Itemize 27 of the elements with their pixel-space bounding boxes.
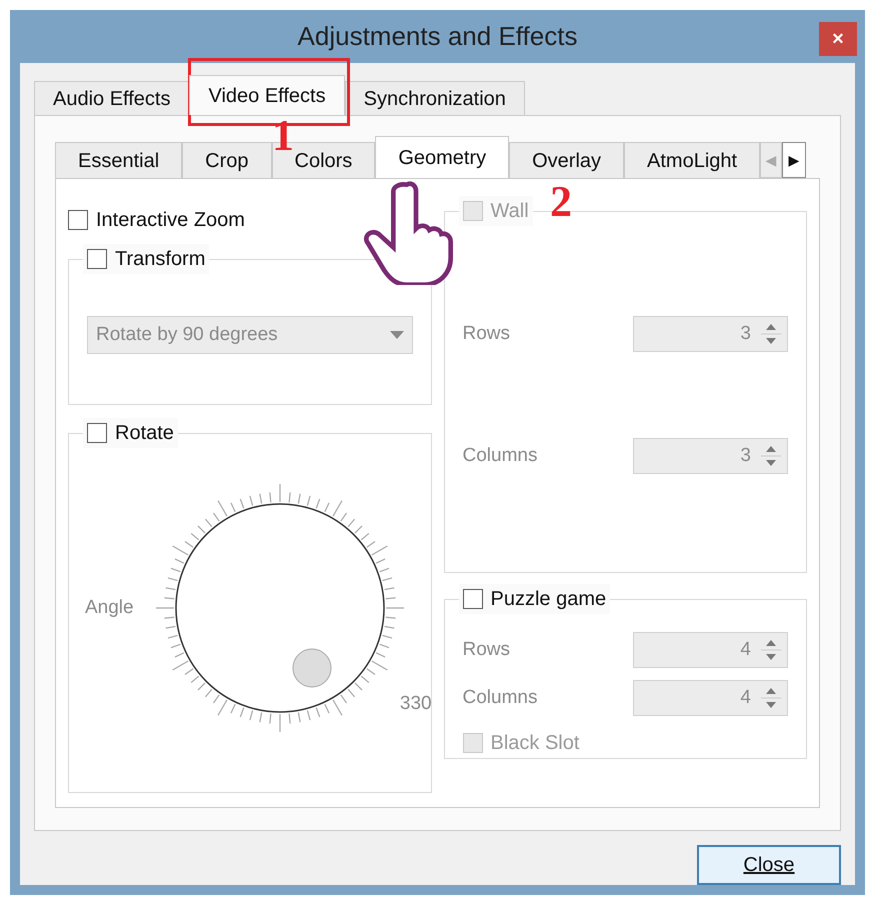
checkbox[interactable] [68, 210, 88, 230]
tab[interactable]: Geometry [375, 136, 510, 178]
angle-label: Angle [85, 596, 134, 620]
scroll-right-button[interactable]: ▶ [782, 142, 806, 178]
field-label: Columns [462, 686, 538, 710]
tab[interactable]: Crop [182, 142, 272, 178]
window-title: Adjustments and Effects [298, 20, 578, 53]
checkbox-label: Transform [115, 247, 206, 272]
tab[interactable]: Essential [55, 142, 182, 178]
checkbox-label: Black Slot [490, 731, 580, 756]
checkbox-label: Interactive Zoom [96, 208, 245, 233]
tab[interactable]: Overlay [509, 142, 624, 178]
checkbox-label: Puzzle game [490, 587, 606, 612]
dropdown-arrow-icon [390, 331, 404, 339]
checkbox-label: Wall [490, 199, 529, 224]
angle-reading: 330 [400, 692, 432, 716]
close-button[interactable]: × [819, 22, 857, 56]
field-label: Rows [462, 638, 510, 662]
close-dialog-button[interactable]: Close [697, 845, 841, 885]
checkbox-label: Rotate [115, 421, 174, 446]
tab[interactable]: AtmoLight [624, 142, 760, 178]
tab[interactable]: Audio Effects [34, 81, 190, 115]
field-label: Columns [462, 444, 538, 468]
tab[interactable]: Video Effects [189, 75, 345, 115]
tab[interactable]: Synchronization [344, 81, 525, 115]
field-label: Rows [462, 322, 510, 346]
step-number: 2 [550, 180, 572, 224]
